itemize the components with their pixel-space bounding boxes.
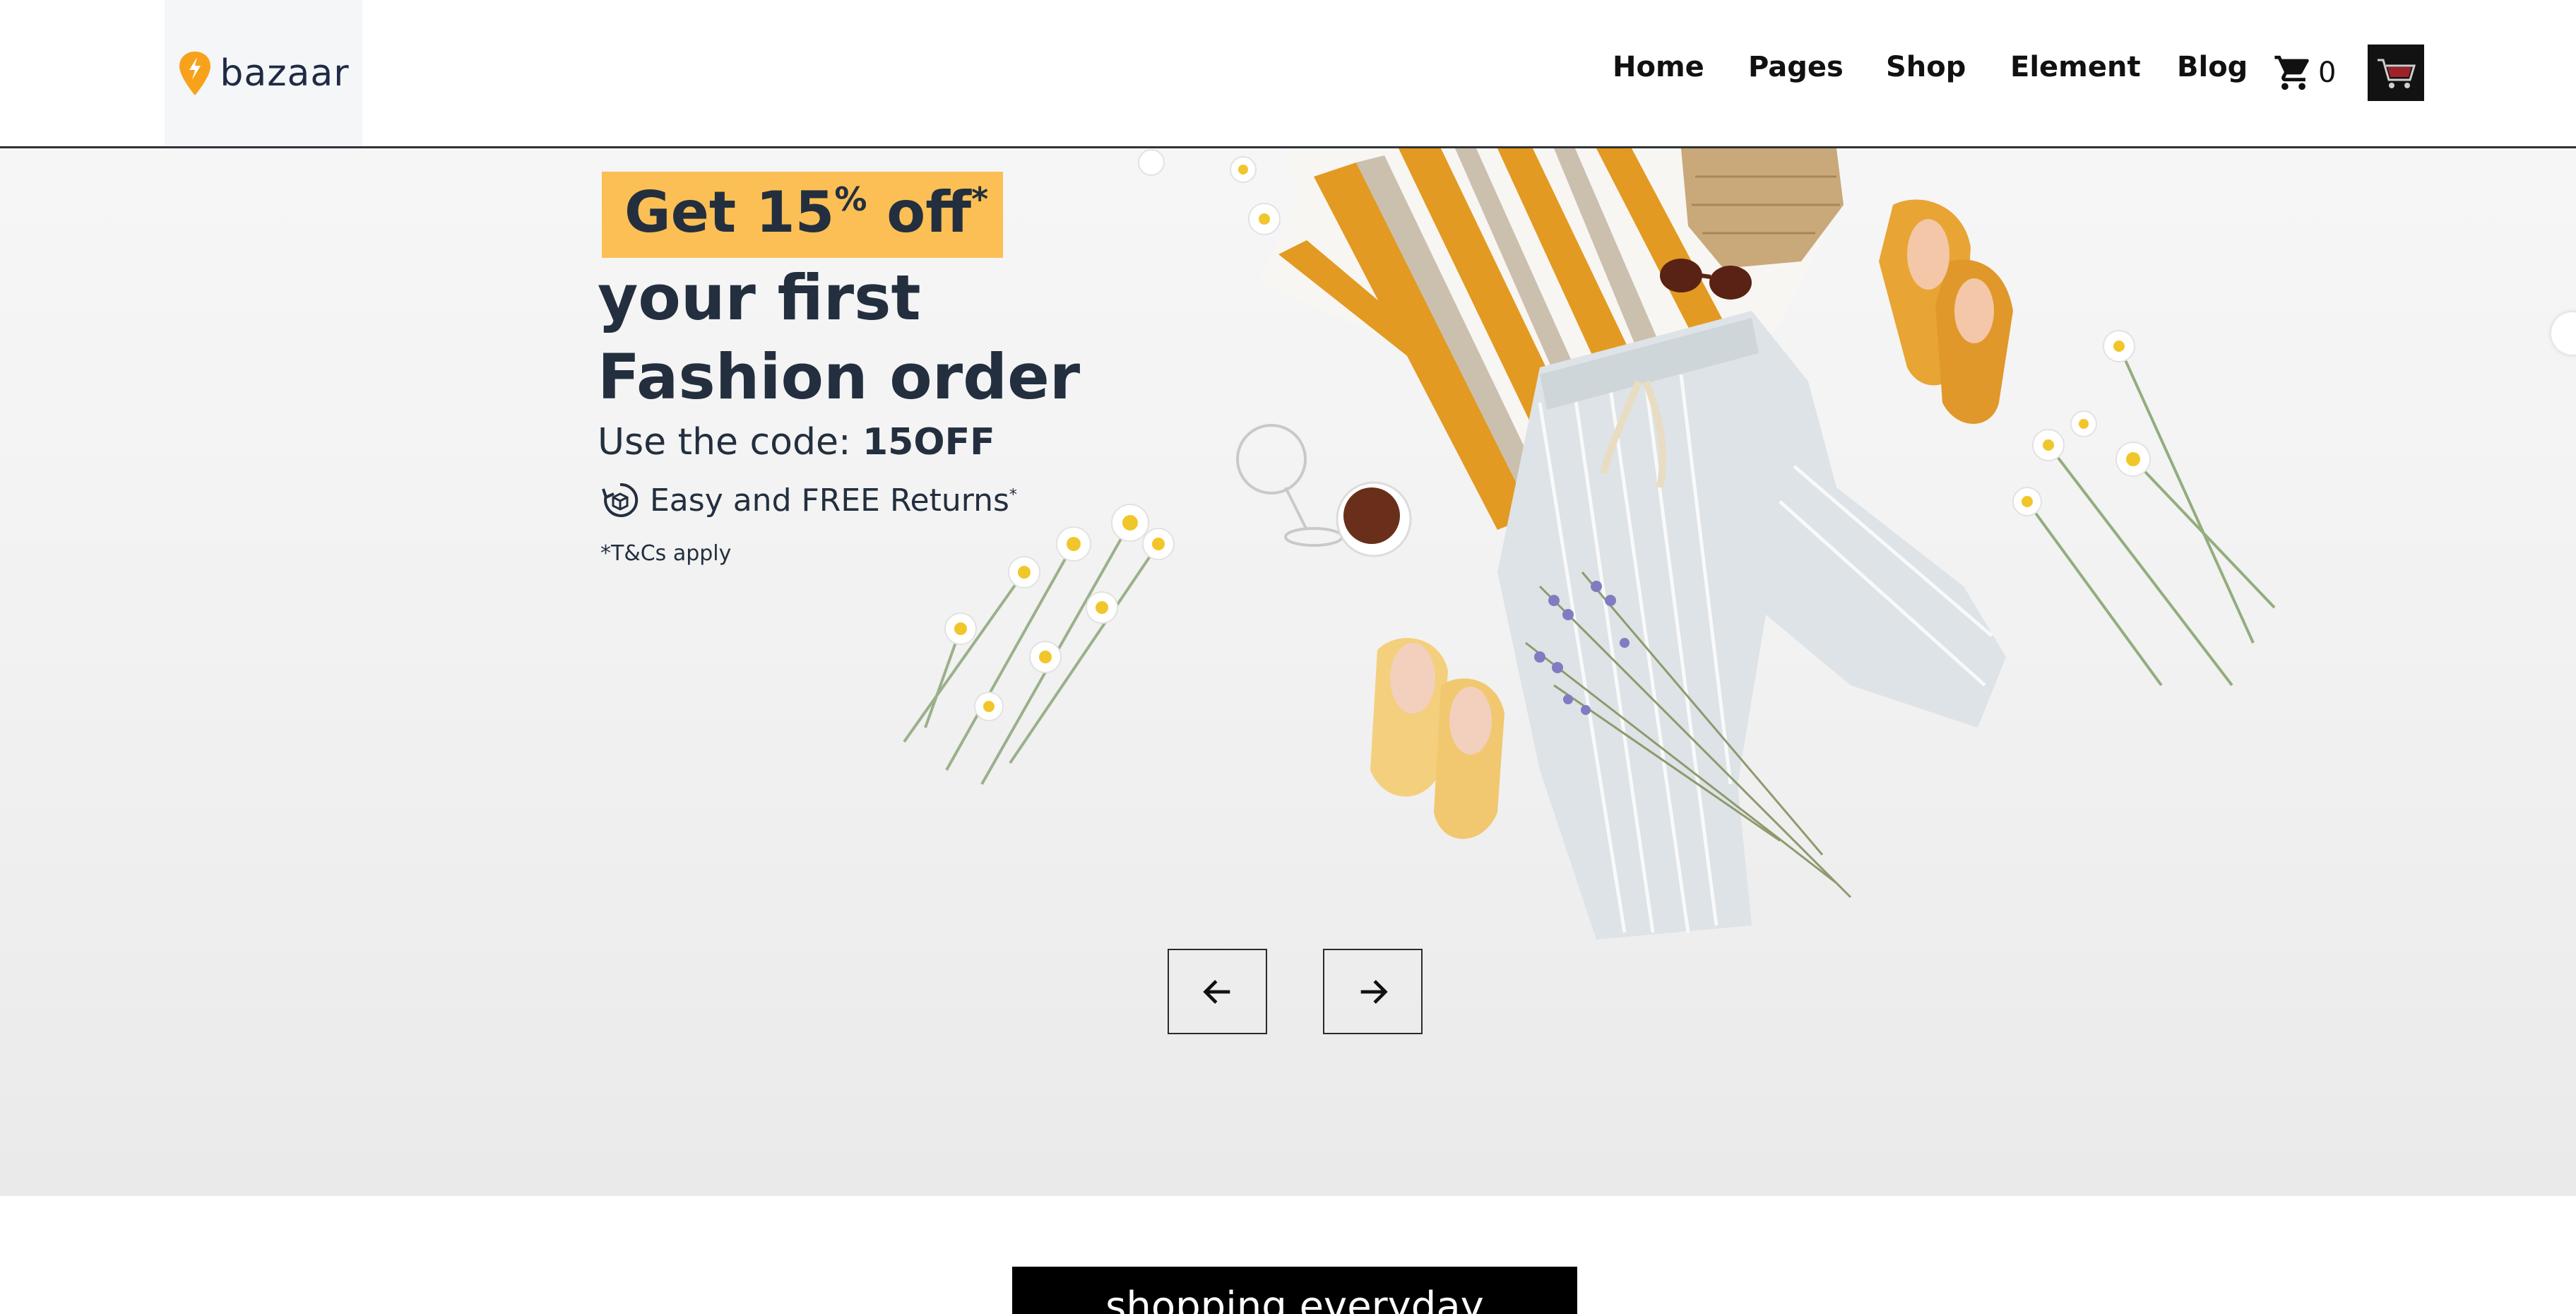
carousel-prev-button[interactable]	[1168, 949, 1267, 1034]
headline-line-1: your first	[598, 261, 921, 334]
nav-element[interactable]: Element	[2010, 51, 2141, 83]
returns-text: Easy and FREE Returns*	[650, 483, 1017, 519]
carousel-next-button[interactable]	[1323, 949, 1423, 1034]
badge-suffix: off	[867, 179, 972, 245]
nav-blog[interactable]: Blog	[2177, 51, 2248, 83]
returns-asterisk: *	[1009, 485, 1017, 504]
discount-badge-text: Get 15% off*	[624, 179, 988, 245]
nav-home[interactable]: Home	[1613, 51, 1704, 83]
promo-text: shopping everyday	[1105, 1284, 1484, 1314]
logo[interactable]: bazaar	[165, 0, 362, 146]
returns-info: Easy and FREE Returns*	[600, 480, 1017, 520]
hero-banner: Get 15% off* your first Fashion order Us…	[0, 148, 2576, 1196]
logo-text: bazaar	[220, 52, 350, 95]
badge-prefix: Get 15	[624, 179, 835, 245]
hero-fashion-image	[903, 148, 2276, 940]
returns-box-icon	[602, 483, 639, 517]
cart-count: 0	[2318, 57, 2337, 89]
headline-line-2: Fashion order	[598, 341, 1081, 413]
badge-percent: %	[834, 180, 867, 218]
arrow-left-icon	[1202, 979, 1230, 1004]
cart-image-icon	[2368, 45, 2424, 101]
arrow-right-icon	[1360, 979, 1388, 1004]
side-widget-tab[interactable]	[2551, 312, 2576, 355]
logo-pin-icon	[179, 51, 211, 95]
promo-code-value: 15OFF	[862, 421, 995, 463]
shopping-cart-icon	[2274, 55, 2309, 90]
cart-button[interactable]: 0	[2273, 52, 2336, 93]
promo-code-label: Use the code:	[598, 421, 862, 463]
page: bazaar Home Pages Shop Element Blog 0 Ge…	[0, 0, 2576, 1314]
terms-note: *T&Cs apply	[600, 541, 732, 566]
site-header: bazaar Home Pages Shop Element Blog 0	[0, 0, 2576, 148]
promo-code-line: Use the code: 15OFF	[598, 421, 995, 463]
avatar[interactable]	[2368, 45, 2424, 101]
nav-shop[interactable]: Shop	[1886, 51, 1966, 83]
returns-label: Easy and FREE Returns	[650, 482, 1009, 519]
nav-pages[interactable]: Pages	[1748, 51, 1844, 83]
promo-banner: shopping everyday	[1012, 1267, 1577, 1314]
badge-asterisk: *	[971, 180, 989, 218]
